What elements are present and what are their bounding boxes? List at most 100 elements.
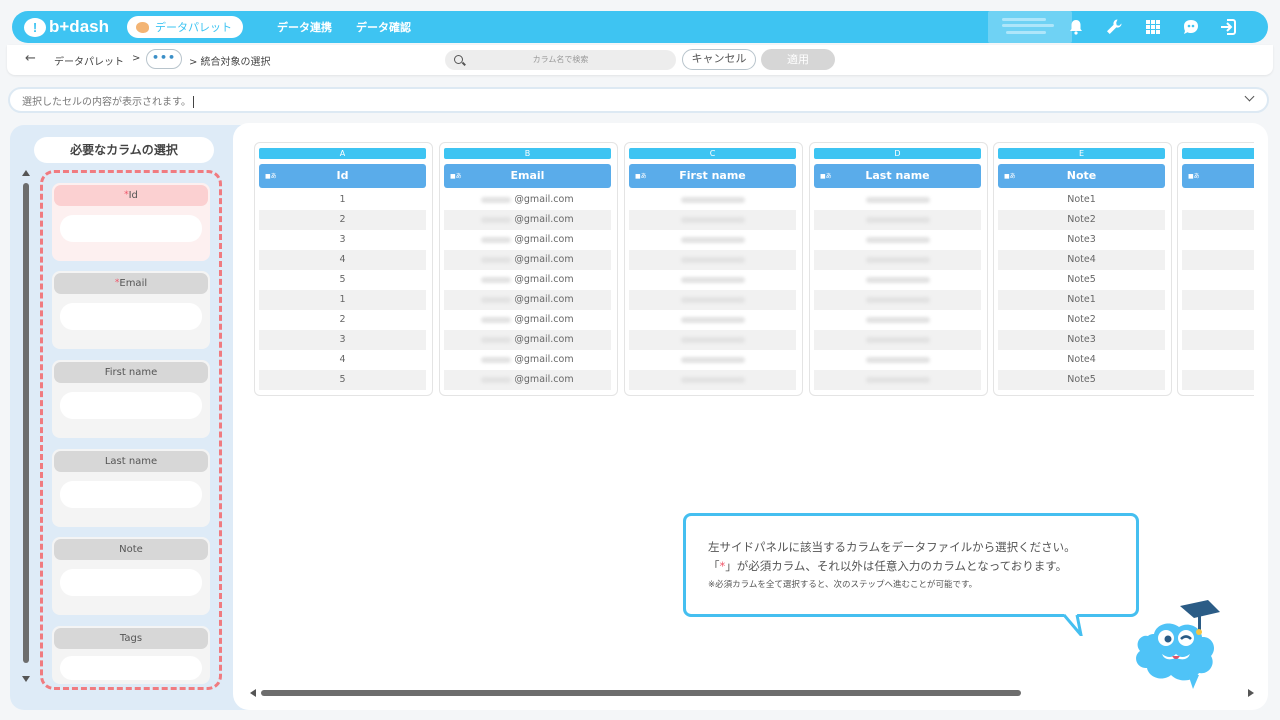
table-column-d[interactable]: D ■あ Last name bbox=[809, 142, 988, 396]
data-palette-pill[interactable]: データパレット bbox=[127, 16, 243, 38]
cell-content-field[interactable]: 選択したセルの内容が表示されます。 bbox=[8, 87, 1269, 113]
table-cell[interactable] bbox=[814, 230, 981, 250]
table-cell[interactable] bbox=[629, 210, 796, 230]
table-cell[interactable] bbox=[814, 330, 981, 350]
column-header[interactable]: ■あ Id bbox=[259, 164, 426, 188]
breadcrumb-more-button[interactable]: ••• bbox=[146, 49, 182, 69]
table-cell[interactable]: Note1 bbox=[998, 290, 1165, 310]
breadcrumb-root[interactable]: データパレット bbox=[54, 53, 124, 68]
table-cell[interactable]: 3 bbox=[259, 230, 426, 250]
cancel-button[interactable]: キャンセル bbox=[682, 49, 756, 70]
table-cell[interactable] bbox=[629, 190, 796, 210]
table-cell[interactable] bbox=[814, 270, 981, 290]
bell-icon[interactable] bbox=[1066, 17, 1086, 37]
slot-drop-id[interactable] bbox=[60, 215, 202, 242]
logout-icon[interactable] bbox=[1219, 17, 1239, 37]
table-cell[interactable] bbox=[629, 330, 796, 350]
table-cell[interactable]: 5 bbox=[259, 270, 426, 290]
table-cell[interactable]: Note4 bbox=[998, 350, 1165, 370]
table-cell[interactable]: Note3 bbox=[998, 330, 1165, 350]
table-cell[interactable]: 4 bbox=[259, 350, 426, 370]
table-cell[interactable] bbox=[814, 210, 981, 230]
table-cell[interactable]: Note2 bbox=[998, 310, 1165, 330]
table-column-b[interactable]: B ■あ Email @gmail.com @gmail.com @gmail.c… bbox=[439, 142, 618, 396]
table-column-a[interactable]: A ■あ Id 1 2 3 4 5 1 2 3 4 5 bbox=[254, 142, 433, 396]
table-column-f[interactable]: ■あ bbox=[1177, 142, 1254, 396]
table-cell[interactable]: 5 bbox=[259, 370, 426, 390]
nav-data-integration[interactable]: データ連携 bbox=[277, 19, 332, 35]
slot-drop-first-name[interactable] bbox=[60, 392, 202, 419]
scroll-left-icon[interactable] bbox=[250, 689, 256, 697]
table-cell[interactable] bbox=[629, 250, 796, 270]
table-cell[interactable]: @gmail.com bbox=[444, 350, 611, 370]
table-column-e[interactable]: E ■あ Note Note1 Note2 Note3 Note4 Note5 N… bbox=[993, 142, 1172, 396]
table-cell[interactable] bbox=[1182, 330, 1254, 350]
table-cell[interactable]: Note5 bbox=[998, 370, 1165, 390]
table-cell[interactable] bbox=[814, 190, 981, 210]
table-cell[interactable]: @gmail.com bbox=[444, 270, 611, 290]
slot-drop-last-name[interactable] bbox=[60, 481, 202, 508]
column-header[interactable]: ■あ Last name bbox=[814, 164, 981, 188]
mascot-icon[interactable] bbox=[1181, 17, 1201, 37]
user-info[interactable] bbox=[988, 11, 1072, 43]
logo[interactable]: ! b+dash bbox=[24, 17, 109, 37]
table-cell[interactable] bbox=[629, 230, 796, 250]
table-scroll-thumb[interactable] bbox=[261, 690, 1021, 696]
table-cell[interactable] bbox=[1182, 290, 1254, 310]
slot-drop-tags[interactable] bbox=[60, 656, 202, 680]
table-cell[interactable] bbox=[814, 370, 981, 390]
table-cell[interactable]: @gmail.com bbox=[444, 310, 611, 330]
column-letter: D bbox=[814, 148, 981, 159]
table-cell[interactable]: @gmail.com bbox=[444, 230, 611, 250]
table-cell[interactable]: 1 bbox=[259, 290, 426, 310]
column-header[interactable]: ■あ First name bbox=[629, 164, 796, 188]
table-cell[interactable] bbox=[1182, 210, 1254, 230]
table-cell[interactable] bbox=[1182, 250, 1254, 270]
column-search-input[interactable]: カラム名で検索 bbox=[445, 50, 676, 70]
table-cell[interactable] bbox=[629, 350, 796, 370]
chevron-down-icon[interactable] bbox=[1244, 91, 1255, 102]
table-cell[interactable]: 1 bbox=[259, 190, 426, 210]
column-header[interactable]: ■あ Email bbox=[444, 164, 611, 188]
scroll-up-icon[interactable] bbox=[22, 170, 30, 176]
back-arrow-icon[interactable]: ← bbox=[25, 51, 36, 66]
table-cell[interactable]: 4 bbox=[259, 250, 426, 270]
table-cell[interactable]: Note2 bbox=[998, 210, 1165, 230]
nav-data-check[interactable]: データ確認 bbox=[356, 19, 411, 35]
scroll-down-icon[interactable] bbox=[22, 676, 30, 682]
table-cell[interactable]: @gmail.com bbox=[444, 190, 611, 210]
table-cell[interactable]: Note3 bbox=[998, 230, 1165, 250]
table-cell[interactable]: 2 bbox=[259, 210, 426, 230]
table-cell[interactable]: 3 bbox=[259, 330, 426, 350]
table-cell[interactable]: @gmail.com bbox=[444, 210, 611, 230]
table-cell[interactable]: Note4 bbox=[998, 250, 1165, 270]
table-cell[interactable] bbox=[814, 250, 981, 270]
table-cell[interactable] bbox=[629, 310, 796, 330]
grid-icon[interactable] bbox=[1143, 17, 1163, 37]
table-cell[interactable]: 2 bbox=[259, 310, 426, 330]
apply-button[interactable]: 適用 bbox=[761, 49, 835, 70]
table-cell[interactable] bbox=[629, 290, 796, 310]
table-cell[interactable]: @gmail.com bbox=[444, 250, 611, 270]
table-cell[interactable] bbox=[814, 290, 981, 310]
slot-drop-email[interactable] bbox=[60, 303, 202, 330]
table-cell[interactable]: @gmail.com bbox=[444, 290, 611, 310]
table-horizontal-scrollbar[interactable] bbox=[248, 686, 1256, 700]
table-cell[interactable]: Note5 bbox=[998, 270, 1165, 290]
column-header[interactable]: ■あ bbox=[1182, 164, 1254, 188]
wrench-icon[interactable] bbox=[1104, 17, 1124, 37]
table-cell[interactable] bbox=[1182, 370, 1254, 390]
table-cell[interactable] bbox=[629, 370, 796, 390]
table-cell[interactable] bbox=[814, 310, 981, 330]
table-column-c[interactable]: C ■あ First name bbox=[624, 142, 803, 396]
table-cell[interactable]: @gmail.com bbox=[444, 330, 611, 350]
table-cell[interactable] bbox=[629, 270, 796, 290]
table-cell[interactable]: @gmail.com bbox=[444, 370, 611, 390]
table-cell[interactable] bbox=[814, 350, 981, 370]
left-scroll-thumb[interactable] bbox=[23, 183, 29, 663]
left-scrollbar[interactable] bbox=[19, 168, 33, 688]
column-header[interactable]: ■あ Note bbox=[998, 164, 1165, 188]
slot-drop-note[interactable] bbox=[60, 569, 202, 596]
scroll-right-icon[interactable] bbox=[1248, 689, 1254, 697]
table-cell[interactable]: Note1 bbox=[998, 190, 1165, 210]
